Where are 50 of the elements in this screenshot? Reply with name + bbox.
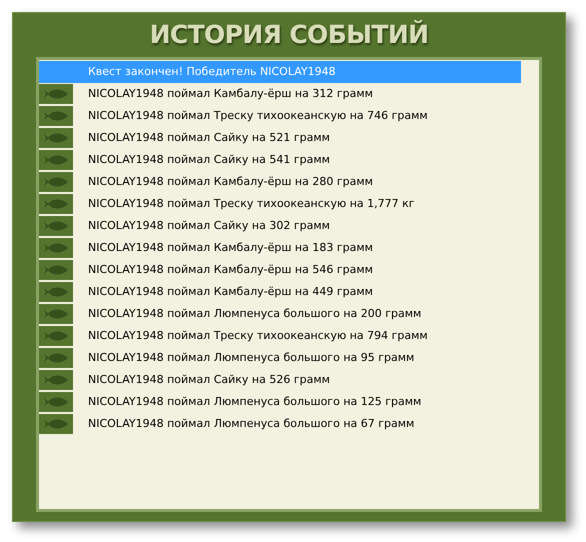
event-text: NICOLAY1948 поймал Люмпенуса большого на 200 грамм bbox=[88, 306, 422, 322]
event-row[interactable]: NICOLAY1948 поймал Люмпенуса большого на 125 грамм bbox=[39, 391, 521, 413]
event-text: NICOLAY1948 поймал Камбалу-ёрш на 449 грамм bbox=[88, 284, 373, 300]
event-row[interactable]: NICOLAY1948 поймал Камбалу-ёрш на 280 грамм bbox=[39, 171, 521, 193]
fish-icon bbox=[43, 286, 69, 298]
event-text: NICOLAY1948 поймал Сайку на 541 грамм bbox=[88, 152, 330, 168]
event-row[interactable]: NICOLAY1948 поймал Люмпенуса большого на 67 грамм bbox=[39, 413, 521, 435]
event-text: NICOLAY1948 поймал Сайку на 302 грамм bbox=[88, 218, 330, 234]
event-row[interactable]: NICOLAY1948 поймал Сайку на 526 грамм bbox=[39, 369, 521, 391]
fish-icon bbox=[43, 198, 69, 210]
event-text: Квест закончен! Победитель NICOLAY1948 bbox=[88, 64, 336, 80]
event-row[interactable]: NICOLAY1948 поймал Треску тихоокеанскую на 746 грамм bbox=[39, 105, 521, 127]
fish-icon bbox=[43, 176, 69, 188]
event-text: NICOLAY1948 поймал Треску тихоокеанскую на 794 грамм bbox=[88, 328, 428, 344]
fish-icon bbox=[43, 264, 69, 276]
event-row[interactable]: NICOLAY1948 поймал Треску тихоокеанскую на 794 грамм bbox=[39, 325, 521, 347]
event-text: NICOLAY1948 поймал Камбалу-ёрш на 183 грамм bbox=[88, 240, 373, 256]
event-row[interactable]: NICOLAY1948 поймал Люмпенуса большого на 95 грамм bbox=[39, 347, 521, 369]
event-text: NICOLAY1948 поймал Треску тихоокеанскую на 746 грамм bbox=[88, 108, 428, 124]
event-text: NICOLAY1948 поймал Люмпенуса большого на 125 грамм bbox=[88, 394, 422, 410]
fish-icon bbox=[43, 154, 69, 166]
fish-icon bbox=[43, 110, 69, 122]
event-row[interactable]: NICOLAY1948 поймал Треску тихоокеанскую на 1,777 кг bbox=[39, 193, 521, 215]
event-text: NICOLAY1948 поймал Камбалу-ёрш на 280 грамм bbox=[88, 174, 373, 190]
fish-icon bbox=[43, 330, 69, 342]
fish-icon bbox=[43, 374, 69, 386]
fish-icon bbox=[43, 132, 69, 144]
fish-icon bbox=[43, 242, 69, 254]
fish-icon bbox=[43, 396, 69, 408]
fish-icon bbox=[43, 308, 69, 320]
event-text: NICOLAY1948 поймал Камбалу-ёрш на 546 грамм bbox=[88, 262, 373, 278]
fish-icon bbox=[43, 220, 69, 232]
event-row[interactable]: NICOLAY1948 поймал Сайку на 541 грамм bbox=[39, 149, 521, 171]
fish-icon bbox=[43, 418, 69, 430]
event-row[interactable]: NICOLAY1948 поймал Камбалу-ёрш на 449 грамм bbox=[39, 281, 521, 303]
event-text: NICOLAY1948 поймал Камбалу-ёрш на 312 грамм bbox=[88, 86, 373, 102]
event-row[interactable]: NICOLAY1948 поймал Камбалу-ёрш на 183 грамм bbox=[39, 237, 521, 259]
panel-title: ИСТОРИЯ СОБЫТИЙ bbox=[150, 18, 428, 52]
event-text: NICOLAY1948 поймал Люмпенуса большого на 67 грамм bbox=[88, 416, 414, 432]
event-row[interactable]: NICOLAY1948 поймал Сайку на 302 грамм bbox=[39, 215, 521, 237]
event-row[interactable]: NICOLAY1948 поймал Люмпенуса большого на 200 грамм bbox=[39, 303, 521, 325]
event-text: NICOLAY1948 поймал Треску тихоокеанскую на 1,777 кг bbox=[88, 196, 415, 212]
event-text: NICOLAY1948 поймал Люмпенуса большого на 95 грамм bbox=[88, 350, 414, 366]
event-text: NICOLAY1948 поймал Сайку на 526 грамм bbox=[88, 372, 330, 388]
event-row[interactable]: NICOLAY1948 поймал Камбалу-ёрш на 546 грамм bbox=[39, 259, 521, 281]
fish-icon bbox=[43, 88, 69, 100]
event-row[interactable]: NICOLAY1948 поймал Камбалу-ёрш на 312 грамм bbox=[39, 83, 521, 105]
event-row[interactable]: NICOLAY1948 поймал Сайку на 521 грамм bbox=[39, 127, 521, 149]
fish-icon bbox=[43, 352, 69, 364]
event-text: NICOLAY1948 поймал Сайку на 521 грамм bbox=[88, 130, 330, 146]
